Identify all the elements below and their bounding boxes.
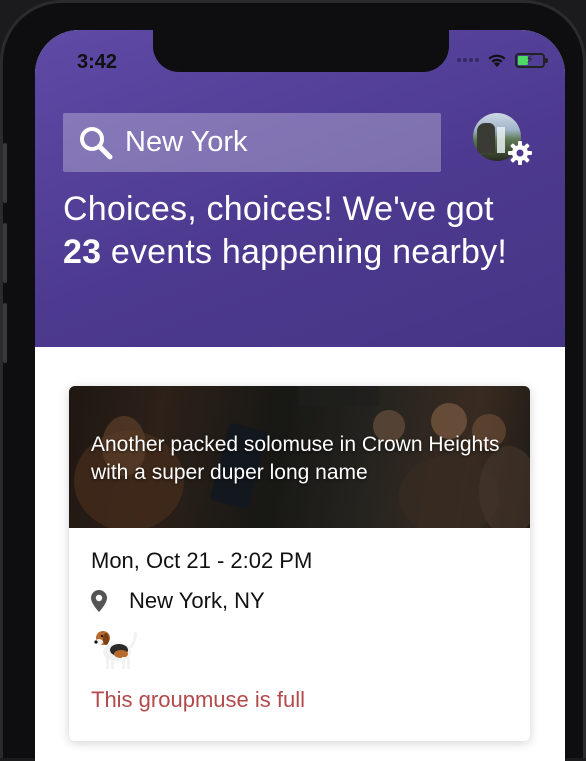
headline-suffix: events happening nearby! (101, 233, 507, 271)
beagle-icon (94, 631, 137, 669)
header: 3:42 ⚡ New York Choices, choices! We've … (35, 30, 565, 347)
events-headline: Choices, choices! We've got 23 events ha… (63, 188, 543, 274)
notch (153, 30, 449, 72)
battery-icon: ⚡ (515, 52, 548, 68)
gear-icon[interactable] (507, 140, 533, 166)
event-date: Mon, Oct 21 - 2:02 PM (91, 548, 313, 573)
event-details: Mon, Oct 21 - 2:02 PM New York, NY This … (69, 528, 530, 713)
event-title: Another packed solomuse in Crown Heights… (91, 433, 500, 484)
status-icons: ⚡ (457, 52, 548, 68)
status-time: 3:42 (77, 51, 118, 73)
event-status: This groupmuse is full (91, 687, 305, 712)
search-icon (80, 126, 113, 159)
volume-button (3, 223, 7, 283)
event-list: Another packed solomuse in Crown Heights… (35, 347, 565, 761)
power-button (3, 303, 7, 363)
profile-settings-button[interactable] (473, 113, 533, 173)
headline-prefix: Choices, choices! We've got (63, 190, 494, 228)
event-card[interactable]: Another packed solomuse in Crown Heights… (69, 386, 530, 741)
app-screen: 3:42 ⚡ New York Choices, choices! We've … (35, 30, 565, 761)
event-count: 23 (63, 233, 102, 271)
location-pin-icon (91, 590, 107, 612)
search-bar[interactable]: New York (63, 113, 441, 172)
event-location-row: New York, NY (91, 588, 508, 614)
signal-icon (457, 58, 479, 62)
volume-button (3, 143, 7, 203)
event-image[interactable]: Another packed solomuse in Crown Heights… (69, 386, 530, 528)
event-location: New York, NY (129, 588, 265, 613)
search-input[interactable]: New York (125, 126, 248, 159)
phone-frame: 3:42 ⚡ New York Choices, choices! We've … (0, 0, 586, 761)
wifi-icon (488, 54, 506, 67)
